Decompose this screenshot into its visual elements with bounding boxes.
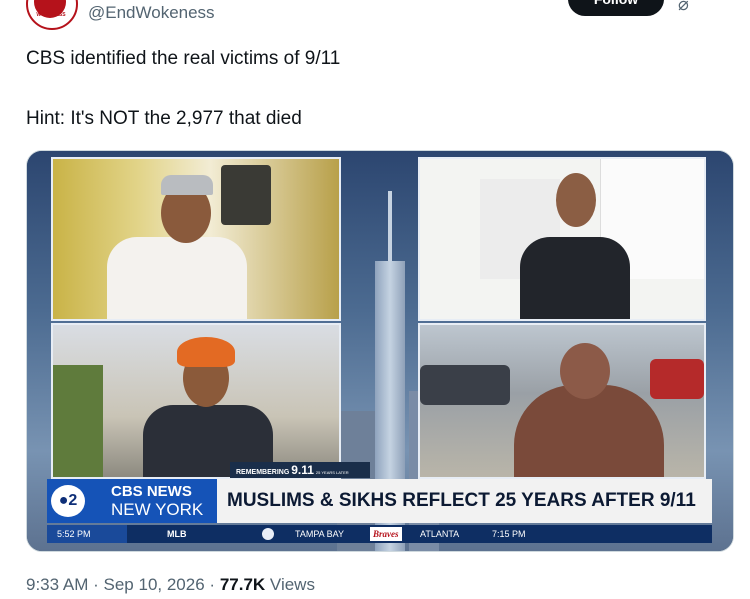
- trees: [53, 365, 103, 477]
- ticker-league: MLB: [167, 529, 187, 539]
- network-name: CBS NEWS: [111, 483, 192, 500]
- interview-panel-top-left: [51, 157, 341, 321]
- remembering-number: 9.11: [291, 463, 314, 477]
- author-handle[interactable]: @EndWokeness: [88, 3, 215, 23]
- ticker-team-1: TAMPA BAY: [295, 529, 345, 539]
- person-body: [107, 237, 247, 319]
- parked-car: [650, 359, 704, 399]
- remembering-911-banner: REMEMBERING 9.11 25 YEARS LATER: [230, 462, 370, 478]
- tweet-text-line-1: CBS identified the real victims of 9/11: [26, 48, 341, 69]
- ticker-time: 5:52 PM: [57, 529, 91, 539]
- turban: [177, 337, 235, 367]
- tweet-media-image[interactable]: REMEMBERING 9.11 25 YEARS LATER ●2 CBS N…: [26, 150, 734, 552]
- tweet-meta: 9:33 AM · Sep 10, 2026 · 77.7K Views: [26, 575, 315, 595]
- interview-panel-top-right: [418, 157, 706, 321]
- network-city: NEW YORK: [111, 500, 204, 519]
- author-avatar[interactable]: WOKENESS: [26, 0, 78, 30]
- person-body: [520, 237, 630, 319]
- news-headline: MUSLIMS & SIKHS REFLECT 25 YEARS AFTER 9…: [227, 490, 696, 511]
- meta-separator: ·: [209, 575, 216, 594]
- remembering-subtitle: 25 YEARS LATER: [315, 470, 349, 475]
- headline-bar: MUSLIMS & SIKHS REFLECT 25 YEARS AFTER 9…: [217, 479, 712, 523]
- meta-separator: ·: [93, 575, 99, 594]
- tower-spire: [388, 191, 392, 263]
- clocks-wall-decor: [221, 165, 271, 225]
- tweet-date[interactable]: Sep 10, 2026: [104, 575, 205, 594]
- person-body: [514, 385, 664, 477]
- interview-panel-bottom-left: [51, 323, 341, 479]
- remembering-label: REMEMBERING: [236, 469, 290, 476]
- cbs-news-new-york-logo-block: ●2 CBS NEWS NEW YORK: [47, 479, 217, 523]
- cbs2-logo: ●2: [51, 485, 85, 517]
- follow-button[interactable]: Follow: [568, 0, 664, 16]
- cap: [161, 175, 213, 195]
- avatar-text: WOKENESS: [36, 12, 66, 18]
- views-count: 77.7K: [219, 575, 266, 594]
- rays-logo-icon: [262, 528, 274, 540]
- sports-ticker: 5:52 PM MLB TAMPA BAY Braves ATLANTA 7:1…: [47, 525, 712, 543]
- interview-panel-bottom-right: [418, 323, 706, 479]
- tweet-time[interactable]: 9:33 AM: [26, 575, 88, 594]
- parked-car: [420, 365, 510, 405]
- views-label: Views: [269, 575, 315, 594]
- tweet-text-line-2: Hint: It's NOT the 2,977 that died: [26, 108, 302, 129]
- grok-icon[interactable]: ⌀: [678, 0, 689, 15]
- ticker-team-2: ATLANTA: [420, 529, 460, 539]
- braves-logo: Braves: [370, 527, 402, 541]
- ticker-game-time: 7:15 PM: [492, 529, 526, 539]
- person-head: [556, 173, 596, 227]
- person-head: [560, 343, 610, 399]
